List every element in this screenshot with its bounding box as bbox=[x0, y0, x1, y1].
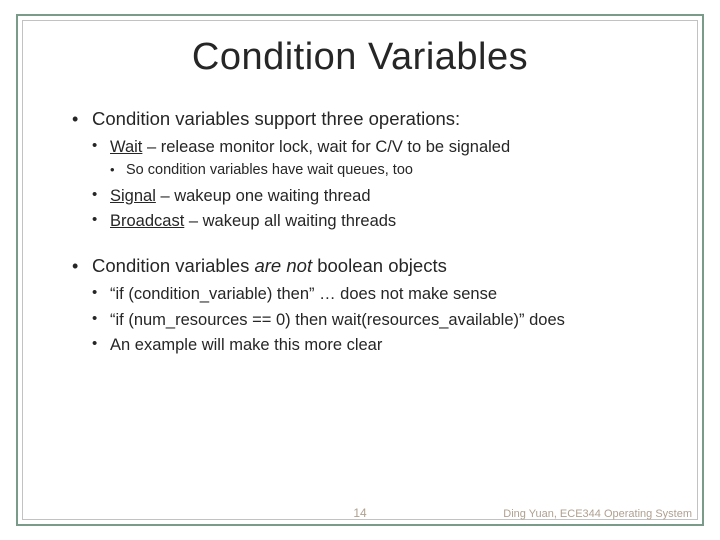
slide-title: Condition Variables bbox=[16, 36, 704, 79]
bullet-text: An example will make this more clear bbox=[110, 336, 382, 354]
bullet-text: – release monitor lock, wait for C/V to … bbox=[142, 138, 510, 156]
bullet-lvl2: Wait – release monitor lock, wait for C/… bbox=[92, 136, 656, 181]
footer-attribution: Ding Yuan, ECE344 Operating System bbox=[503, 508, 692, 520]
bullet-text: So condition variables have wait queues,… bbox=[126, 162, 413, 178]
bullet-lvl3: So condition variables have wait queues,… bbox=[110, 161, 656, 181]
bullet-text: boolean objects bbox=[312, 255, 447, 276]
keyword: Signal bbox=[110, 187, 156, 205]
page-number: 14 bbox=[353, 506, 366, 520]
emphasis: are not bbox=[254, 255, 312, 276]
bullet-lvl2: Signal – wakeup one waiting thread bbox=[92, 185, 656, 207]
bullet-text: Condition variables support three operat… bbox=[92, 108, 460, 129]
bullet-lvl2: An example will make this more clear bbox=[92, 334, 656, 356]
bullet-text: “if (num_resources == 0) then wait(resou… bbox=[110, 311, 565, 329]
keyword: Broadcast bbox=[110, 212, 184, 230]
bullet-text: “if (condition_variable) then” … does no… bbox=[110, 285, 497, 303]
bullet-lvl2: Broadcast – wakeup all waiting threads bbox=[92, 210, 656, 232]
bullet-lvl2: “if (num_resources == 0) then wait(resou… bbox=[92, 309, 656, 331]
bullet-text: – wakeup one waiting thread bbox=[156, 187, 371, 205]
keyword: Wait bbox=[110, 138, 142, 156]
bullet-lvl1: Condition variables are not boolean obje… bbox=[72, 254, 656, 356]
bullet-text: – wakeup all waiting threads bbox=[184, 212, 396, 230]
bullet-lvl1: Condition variables support three operat… bbox=[72, 107, 656, 232]
bullet-lvl2: “if (condition_variable) then” … does no… bbox=[92, 283, 656, 305]
bullet-text: Condition variables bbox=[92, 255, 254, 276]
slide: Condition Variables Condition variables … bbox=[0, 0, 720, 540]
slide-content: Condition variables support three operat… bbox=[16, 107, 704, 356]
